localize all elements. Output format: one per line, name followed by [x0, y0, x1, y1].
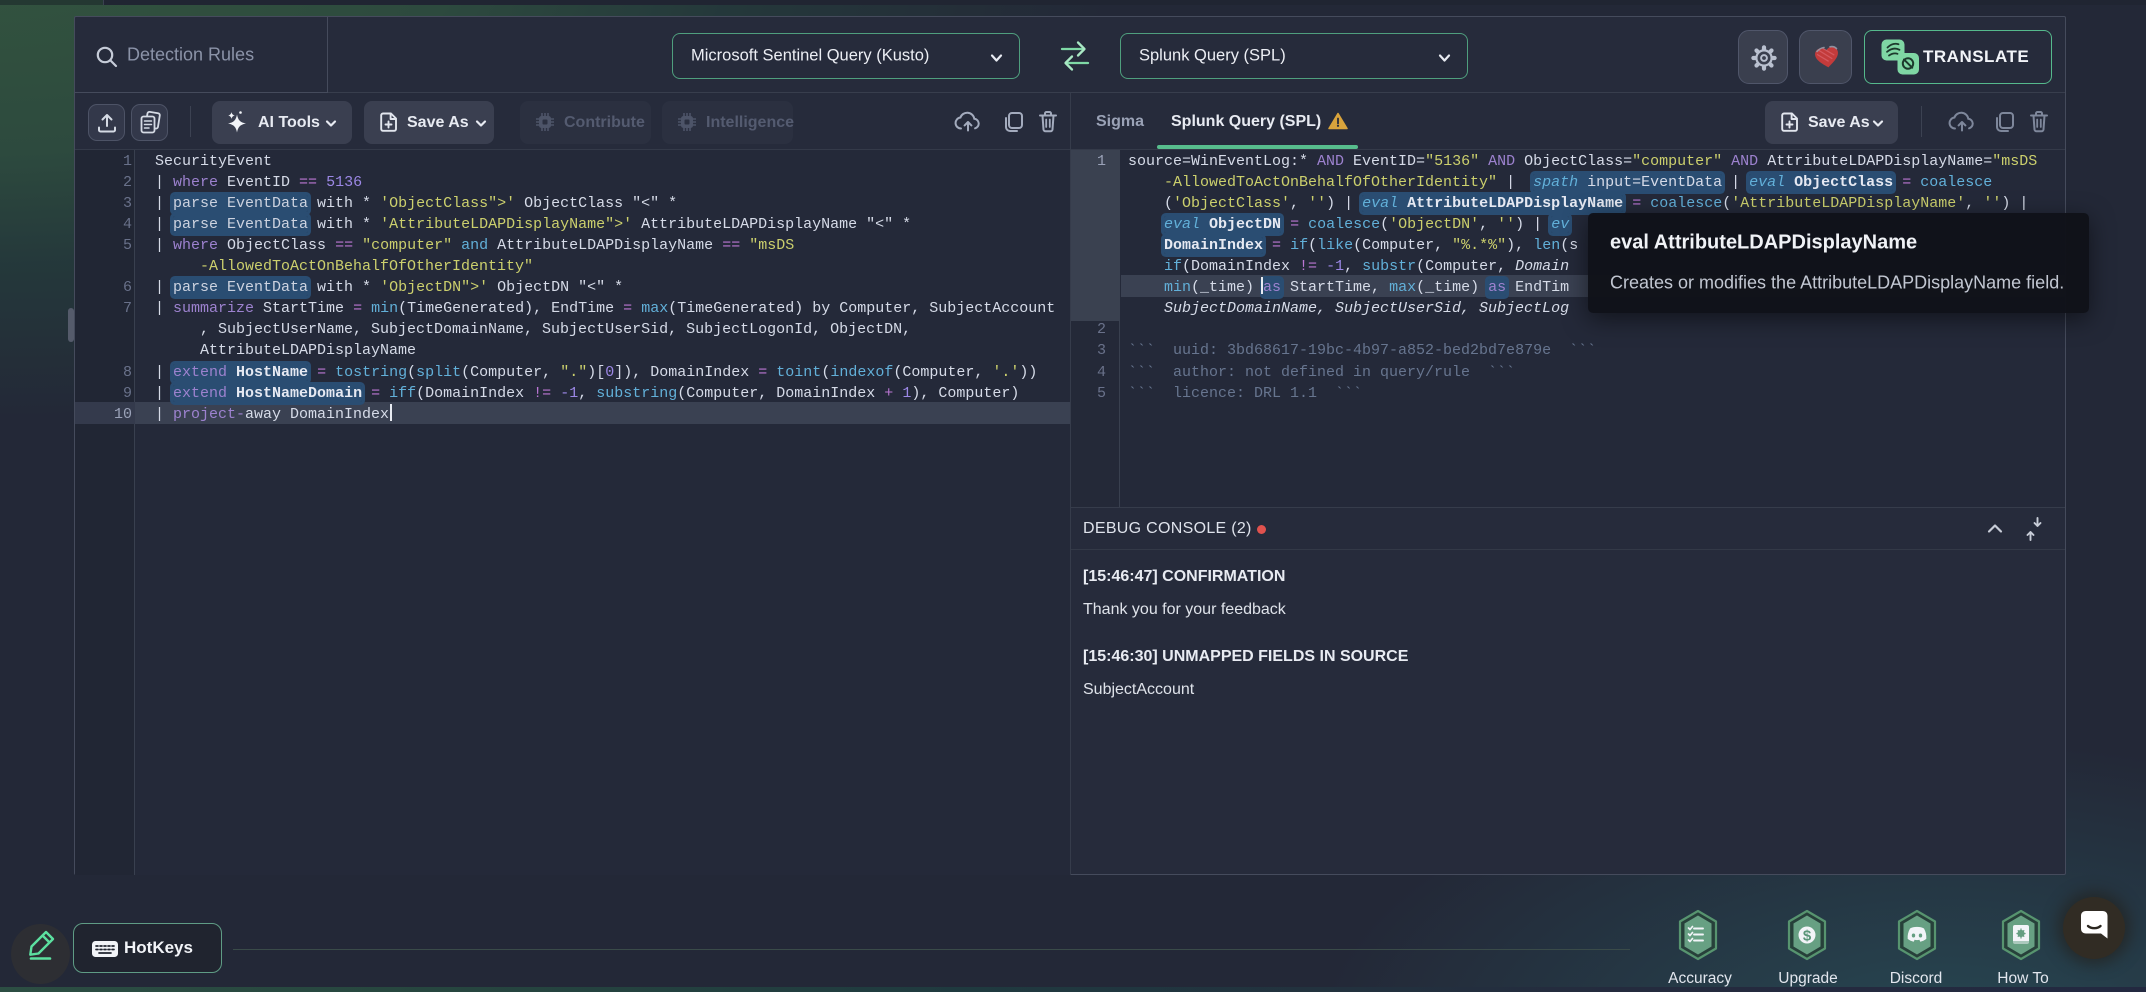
svg-text:$: $ — [1803, 928, 1812, 945]
